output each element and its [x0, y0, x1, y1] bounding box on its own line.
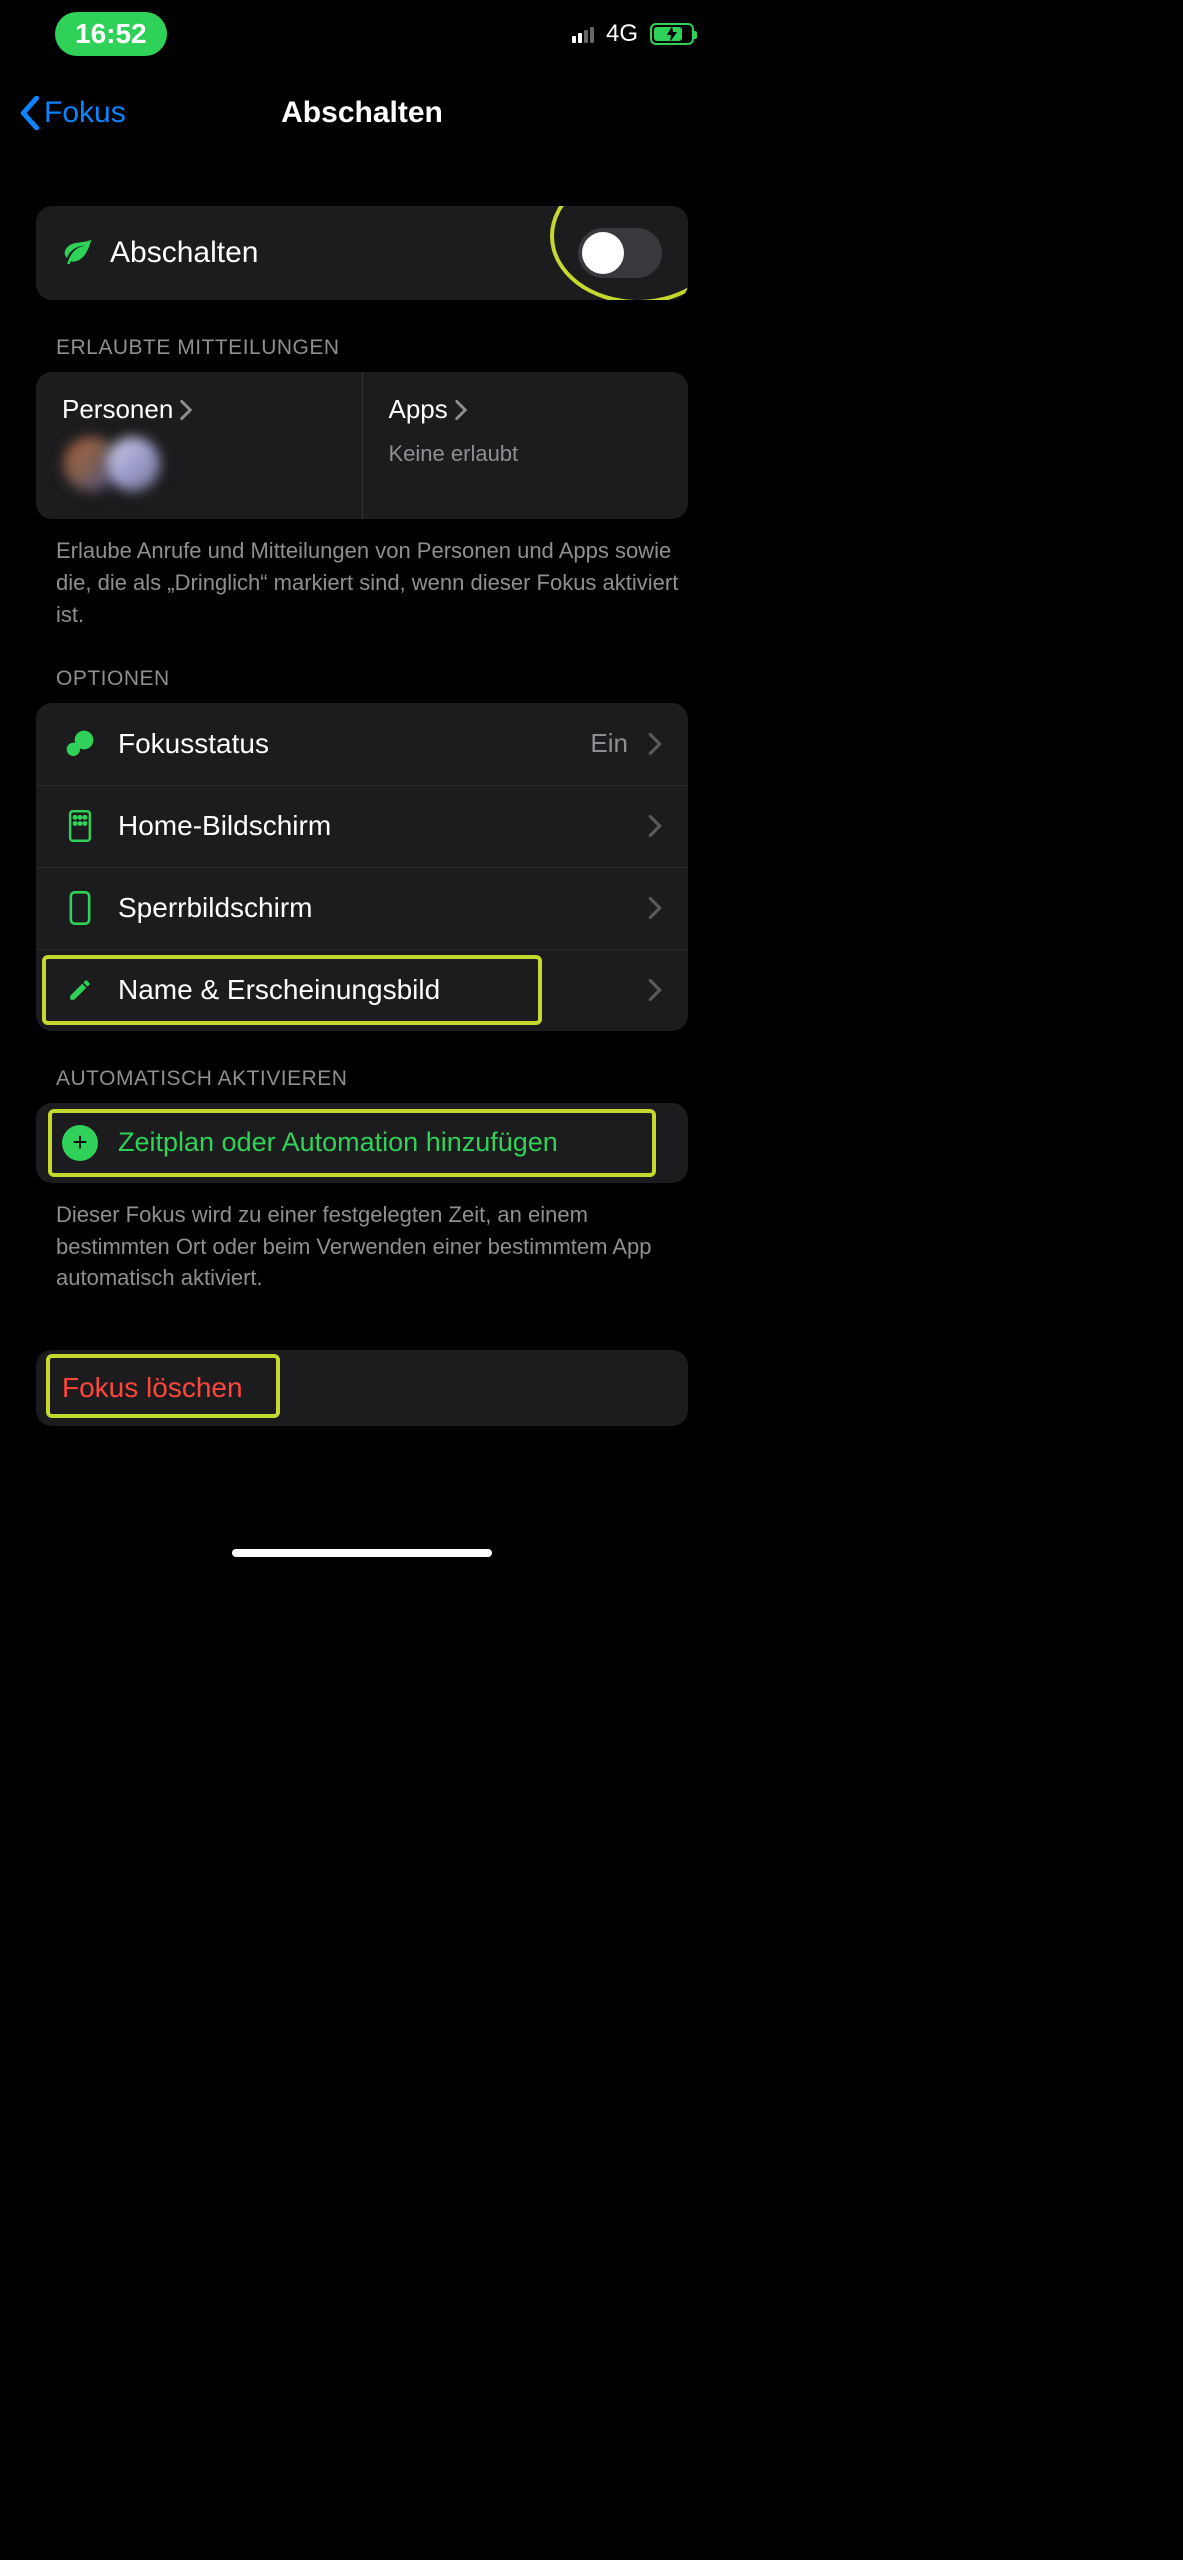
back-label: Fokus	[44, 96, 126, 130]
chevron-right-icon	[179, 400, 193, 420]
chevron-right-icon	[454, 400, 468, 420]
delete-focus-row[interactable]: Fokus löschen	[36, 1350, 688, 1426]
option-name-appearance-label: Name & Erscheinungsbild	[118, 974, 628, 1006]
option-home-screen[interactable]: Home-Bildschirm	[36, 785, 688, 867]
option-focus-status-value: Ein	[590, 728, 628, 759]
homescreen-icon	[62, 810, 98, 842]
lockscreen-icon	[62, 891, 98, 925]
focus-toggle-label: Abschalten	[110, 236, 562, 270]
pencil-icon	[62, 977, 98, 1003]
home-indicator	[232, 1549, 492, 1557]
add-automation-label: Zeitplan oder Automation hinzufügen	[118, 1127, 558, 1158]
battery-charging-icon	[650, 23, 694, 45]
section-footer-allowed: Erlaube Anrufe und Mitteilungen von Pers…	[0, 519, 724, 631]
allowed-notifications-card: Personen Apps Keine erlaubt	[36, 372, 688, 519]
status-bar: 16:52 4G	[0, 0, 724, 68]
automation-card: + Zeitplan oder Automation hinzufügen	[36, 1103, 688, 1183]
option-focus-status-label: Fokusstatus	[118, 728, 570, 760]
allowed-people-avatars	[62, 435, 336, 493]
focus-toggle-card: Abschalten	[36, 206, 688, 300]
option-home-screen-label: Home-Bildschirm	[118, 810, 628, 842]
delete-focus-label: Fokus löschen	[62, 1372, 243, 1404]
option-lock-screen-label: Sperrbildschirm	[118, 892, 628, 924]
back-button[interactable]: Fokus	[20, 96, 126, 130]
option-lock-screen[interactable]: Sperrbildschirm	[36, 867, 688, 949]
allowed-apps-label: Apps	[389, 394, 448, 425]
nav-header: Fokus Abschalten	[0, 68, 724, 148]
option-focus-status[interactable]: Fokusstatus Ein	[36, 703, 688, 785]
add-automation-row[interactable]: + Zeitplan oder Automation hinzufügen	[36, 1103, 688, 1183]
time-pill: 16:52	[55, 12, 167, 56]
leaf-icon	[62, 235, 94, 272]
allowed-people-label: Personen	[62, 394, 173, 425]
network-label: 4G	[606, 20, 638, 48]
section-header-auto: AUTOMATISCH AKTIVIEREN	[0, 1031, 724, 1103]
allowed-apps-sub: Keine erlaubt	[389, 441, 663, 467]
section-header-options: OPTIONEN	[0, 631, 724, 703]
options-card: Fokusstatus Ein Home-Bildschirm Sperrbil…	[36, 703, 688, 1031]
cellular-signal-icon	[572, 25, 594, 43]
chevron-right-icon	[648, 733, 662, 755]
chevron-right-icon	[648, 897, 662, 919]
allowed-people-cell[interactable]: Personen	[36, 372, 362, 519]
status-right: 4G	[572, 20, 694, 48]
chevron-left-icon	[20, 96, 40, 130]
focus-status-icon	[62, 728, 98, 760]
section-header-allowed: ERLAUBTE MITTEILUNGEN	[0, 300, 724, 372]
avatar	[104, 435, 162, 493]
allowed-apps-cell[interactable]: Apps Keine erlaubt	[362, 372, 689, 519]
focus-toggle-switch[interactable]	[578, 228, 662, 278]
option-name-appearance[interactable]: Name & Erscheinungsbild	[36, 949, 688, 1031]
chevron-right-icon	[648, 979, 662, 1001]
section-footer-auto: Dieser Fokus wird zu einer festgelegten …	[0, 1183, 724, 1295]
chevron-right-icon	[648, 815, 662, 837]
focus-toggle-row: Abschalten	[36, 206, 688, 300]
blackout-overlay	[0, 1520, 724, 1565]
plus-circle-icon: +	[62, 1125, 98, 1161]
delete-card: Fokus löschen	[36, 1350, 688, 1426]
